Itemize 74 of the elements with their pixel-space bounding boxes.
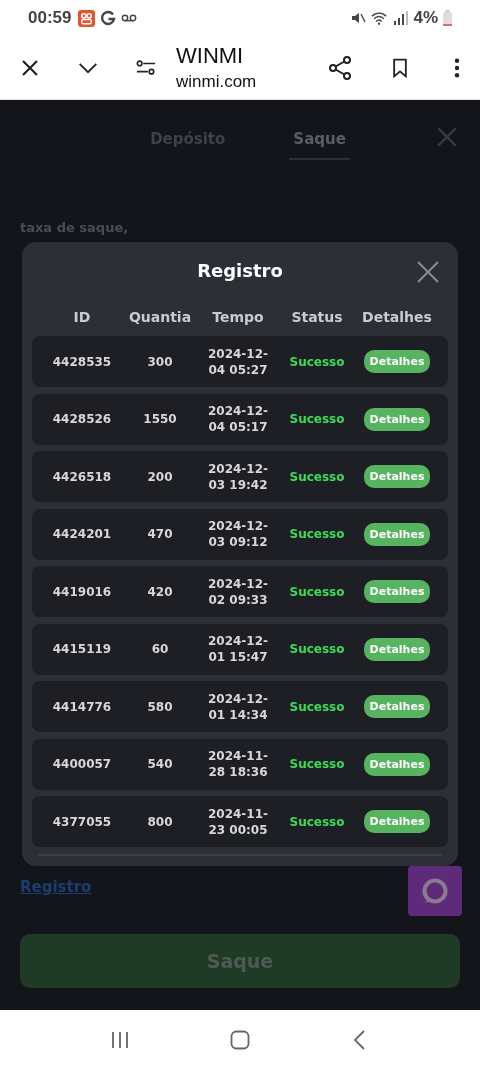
details-button[interactable]: Detalhes: [363, 407, 431, 431]
battery-icon: [443, 10, 452, 26]
details-button[interactable]: Detalhes: [363, 810, 431, 833]
battery-percent: 4%: [413, 8, 438, 28]
share-icon[interactable]: [328, 55, 352, 80]
details-button[interactable]: Detalhes: [363, 522, 431, 546]
amount-cell-text: 300: [146, 354, 174, 369]
details-button[interactable]: Detalhes: [363, 580, 431, 603]
time-cell: 2024-12-01 14:34: [206, 690, 270, 723]
time-cell: 2024-11-23 00:05: [206, 805, 270, 838]
id-cell-text: 4415119: [51, 642, 113, 656]
status-cell-text: Sucesso: [288, 354, 346, 369]
details-button[interactable]: Detalhes: [363, 350, 431, 373]
tab[interactable]: Saque: [289, 118, 350, 160]
amount-cell-text: 420: [146, 584, 174, 599]
amount-cell-text: 800: [146, 814, 174, 829]
page-title: WINMI: [176, 41, 245, 70]
id-cell-text: 4400057: [51, 757, 113, 771]
time-cell: 2024-12-02 09:33: [206, 575, 270, 608]
wifi-icon: [371, 10, 388, 26]
status-cell-text: Sucesso: [288, 584, 346, 599]
amount-cell-text: 540: [146, 757, 174, 771]
time-cell: 2024-12-03 19:42: [206, 460, 270, 493]
id-cell-text: 4377055: [51, 814, 113, 829]
amount-cell-text: 580: [146, 699, 174, 714]
time-cell: 2024-11-28 18:36: [206, 748, 270, 780]
amount-cell-text: 200: [146, 469, 174, 484]
home-icon[interactable]: [230, 1030, 250, 1050]
details-button[interactable]: Detalhes: [363, 695, 431, 718]
details-button[interactable]: Detalhes: [363, 637, 431, 661]
column-header: Detalhes: [361, 309, 433, 325]
details-button[interactable]: Detalhes: [363, 465, 431, 488]
record-link[interactable]: Registro: [20, 878, 92, 896]
time-cell: 2024-12-01 15:47: [206, 633, 270, 665]
id-cell-text: 4419016: [51, 584, 113, 599]
status-cell-text: Sucesso: [288, 814, 346, 829]
id-cell-text: 4428535: [51, 354, 113, 369]
id-cell-text: 4414776: [51, 699, 113, 714]
page-url: winmi.com: [176, 70, 258, 93]
filter-icon[interactable]: [136, 57, 156, 78]
id-cell-text: 4428526: [51, 412, 113, 426]
signal-icon: [392, 10, 409, 26]
time-cell: 2024-12-04 05:27: [206, 345, 270, 378]
id-cell-text: 4426518: [51, 469, 113, 484]
status-time: 00:59: [28, 8, 72, 28]
amount-cell-text: 1550: [142, 412, 178, 426]
column-header: Tempo: [211, 309, 265, 325]
dialog-title: Registro: [197, 259, 283, 281]
g-icon: [100, 10, 117, 26]
time-cell: 2024-12-04 05:17: [206, 403, 270, 435]
status-cell-text: Sucesso: [288, 469, 346, 484]
voicemail-icon: [121, 13, 138, 23]
status-cell-text: Sucesso: [288, 527, 346, 541]
column-header: Status: [290, 309, 344, 325]
status-cell-text: Sucesso: [288, 699, 346, 714]
app-icon: [78, 9, 96, 27]
chat-button[interactable]: [408, 866, 462, 916]
status-cell-text: Sucesso: [288, 412, 346, 426]
amount-cell-text: 60: [150, 642, 170, 656]
fee-text: taxa de saque,: [20, 220, 129, 236]
column-header: Quantia: [127, 309, 193, 325]
more-icon[interactable]: [454, 57, 460, 78]
amount-cell-text: 470: [146, 527, 174, 541]
mute-icon: [350, 10, 367, 26]
bookmark-icon[interactable]: [390, 57, 410, 78]
time-cell: 2024-12-03 09:12: [206, 518, 270, 550]
recent-apps-icon[interactable]: [110, 1030, 130, 1050]
id-cell-text: 4424201: [51, 527, 113, 541]
close-icon[interactable]: [20, 57, 40, 78]
column-header: ID: [72, 309, 92, 325]
status-cell-text: Sucesso: [288, 757, 346, 771]
status-cell-text: Sucesso: [288, 642, 346, 656]
chat-bubble-icon: [421, 877, 449, 905]
details-button[interactable]: Detalhes: [363, 752, 431, 776]
